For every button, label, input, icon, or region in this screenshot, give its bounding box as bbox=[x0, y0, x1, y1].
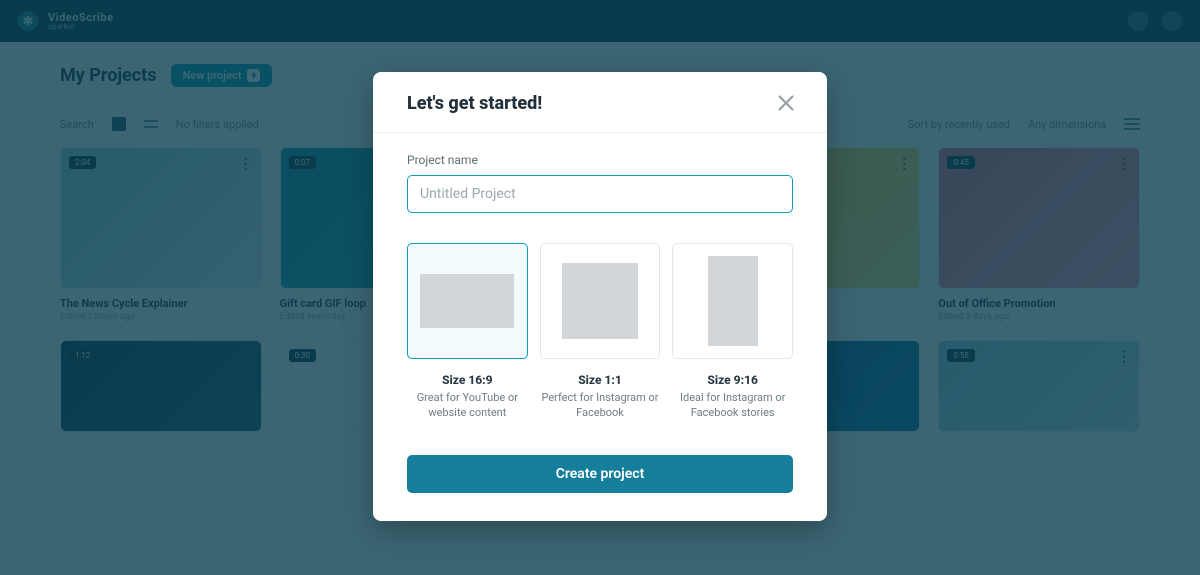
new-project-modal: Let's get started! Project name Size 16:… bbox=[373, 72, 827, 521]
size-sub: Great for YouTube or website content bbox=[407, 391, 527, 421]
modal-overlay: Let's get started! Project name Size 16:… bbox=[0, 0, 1200, 575]
size-title: Size 1:1 bbox=[578, 373, 622, 387]
aspect-preview-9-16 bbox=[708, 256, 758, 346]
size-option-1-1[interactable]: Size 1:1 Perfect for Instagram or Facebo… bbox=[540, 243, 661, 421]
project-name-input[interactable] bbox=[407, 175, 793, 213]
create-project-button[interactable]: Create project bbox=[407, 455, 793, 493]
project-name-label: Project name bbox=[407, 153, 793, 167]
size-title: Size 16:9 bbox=[442, 373, 493, 387]
aspect-preview-16-9 bbox=[420, 274, 514, 328]
size-option-16-9[interactable]: Size 16:9 Great for YouTube or website c… bbox=[407, 243, 528, 421]
close-icon[interactable] bbox=[775, 92, 797, 114]
size-option-9-16[interactable]: Size 9:16 Ideal for Instagram or Faceboo… bbox=[672, 243, 793, 421]
size-options: Size 16:9 Great for YouTube or website c… bbox=[407, 243, 793, 421]
aspect-preview-1-1 bbox=[562, 263, 638, 339]
size-sub: Ideal for Instagram or Facebook stories bbox=[673, 391, 793, 421]
size-sub: Perfect for Instagram or Facebook bbox=[540, 391, 660, 421]
modal-title: Let's get started! bbox=[407, 93, 542, 114]
size-title: Size 9:16 bbox=[707, 373, 758, 387]
